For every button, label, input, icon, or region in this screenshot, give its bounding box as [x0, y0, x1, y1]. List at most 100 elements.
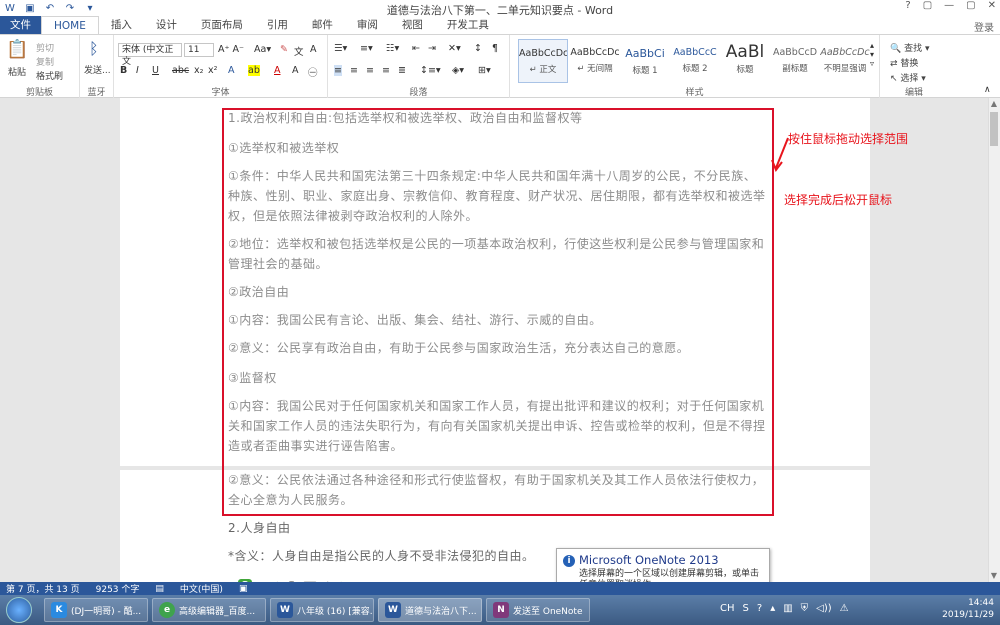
- decrease-indent-icon[interactable]: ⇤: [412, 43, 420, 54]
- cut-button[interactable]: 剪切: [36, 41, 54, 54]
- borders-icon[interactable]: ⊞▾: [478, 65, 491, 76]
- font-name-combo[interactable]: 宋体 (中文正文: [118, 43, 182, 67]
- tab-home[interactable]: HOME: [41, 16, 99, 34]
- replace-button[interactable]: ⇄ 替换: [890, 56, 918, 69]
- superscript-icon[interactable]: x²: [208, 65, 217, 76]
- styles-scroll-icon[interactable]: ▴ ▾ ▿: [870, 41, 874, 68]
- proofing-icon[interactable]: ▤: [155, 584, 164, 594]
- align-left-icon[interactable]: ≡: [334, 65, 342, 76]
- doc-paragraph[interactable]: 2.人身自由: [228, 518, 768, 538]
- tab-review[interactable]: 审阅: [345, 16, 390, 34]
- volume-icon[interactable]: ◁)): [816, 603, 832, 614]
- justify-icon[interactable]: ≡: [382, 65, 390, 76]
- collapse-ribbon-icon[interactable]: ∧: [984, 85, 991, 95]
- minimize-button[interactable]: —: [944, 0, 954, 11]
- clock-date: 2019/11/29: [942, 610, 994, 620]
- chinese-layout-icon[interactable]: ✕▾: [448, 43, 461, 54]
- style-no-spacing[interactable]: AaBbCcDc ↵ 无间隔: [570, 39, 620, 83]
- scroll-thumb[interactable]: [990, 112, 998, 146]
- find-button[interactable]: 🔍 查找 ▾: [890, 41, 929, 54]
- change-case-icon[interactable]: Aa▾: [254, 44, 271, 55]
- distributed-icon[interactable]: ≣: [398, 65, 406, 76]
- tab-view[interactable]: 视图: [390, 16, 435, 34]
- style-subtle-emphasis[interactable]: AaBbCcDc 不明显强调: [820, 39, 870, 83]
- style-normal[interactable]: AaBbCcDc ↵ 正文: [518, 39, 568, 83]
- style-heading-1[interactable]: AaBbCi 标题 1: [620, 39, 670, 83]
- sogou-tray-icon[interactable]: S: [743, 603, 749, 614]
- tab-page-layout[interactable]: 页面布局: [189, 16, 255, 34]
- format-painter-button[interactable]: 格式刷: [36, 69, 63, 82]
- style-name: 标题 2: [682, 64, 708, 74]
- language-indicator[interactable]: 中文(中国): [180, 582, 223, 595]
- show-marks-icon[interactable]: ¶: [492, 43, 498, 54]
- font-color-icon[interactable]: A: [274, 65, 281, 76]
- style-heading-2[interactable]: AaBbCcC 标题 2: [670, 39, 720, 83]
- font-size-combo[interactable]: 11: [184, 43, 214, 57]
- network-icon[interactable]: ▥: [783, 603, 792, 614]
- clock[interactable]: 14:44 2019/11/29: [942, 597, 994, 621]
- italic-icon[interactable]: I: [136, 65, 139, 76]
- vertical-scrollbar[interactable]: ▲ ▼: [988, 98, 1000, 582]
- maximize-button[interactable]: ▢: [966, 0, 975, 11]
- underline-icon[interactable]: U: [152, 65, 159, 76]
- show-hidden-icons[interactable]: ▴: [770, 603, 775, 614]
- taskbar-item-browser[interactable]: e 高级编辑器_百度...: [152, 598, 266, 622]
- paste-button[interactable]: 粘贴: [8, 65, 26, 78]
- tab-insert[interactable]: 插入: [99, 16, 144, 34]
- taskbar-item-label: 高级编辑器_百度...: [179, 606, 256, 617]
- tab-design[interactable]: 设计: [144, 16, 189, 34]
- increase-indent-icon[interactable]: ⇥: [428, 43, 436, 54]
- char-shading-icon[interactable]: A: [292, 65, 299, 76]
- start-button[interactable]: [6, 597, 32, 623]
- bullets-icon[interactable]: ☰▾: [334, 43, 347, 54]
- shading-icon[interactable]: ◈▾: [452, 65, 464, 76]
- numbering-icon[interactable]: ≡▾: [360, 43, 373, 54]
- select-button[interactable]: ↖ 选择 ▾: [890, 71, 926, 84]
- style-name: 不明显强调: [823, 64, 867, 74]
- style-title[interactable]: AaBl 标题: [720, 39, 770, 83]
- scroll-down-icon[interactable]: ▼: [988, 570, 1000, 582]
- help-button[interactable]: ?: [905, 0, 910, 11]
- subscript-icon[interactable]: x₂: [194, 65, 203, 76]
- grow-font-icon[interactable]: A⁺ A⁻: [218, 44, 244, 55]
- taskbar-item-word-2[interactable]: W 道德与法治八下...: [378, 598, 482, 622]
- tab-references[interactable]: 引用: [255, 16, 300, 34]
- bluetooth-send-button[interactable]: 发送...: [84, 63, 111, 76]
- page-count[interactable]: 第 7 页，共 13 页: [6, 582, 80, 595]
- copy-button[interactable]: 复制: [36, 55, 54, 68]
- close-button[interactable]: ✕: [988, 0, 996, 11]
- security-shield-icon[interactable]: ⛨: [801, 603, 809, 614]
- style-subtitle[interactable]: AaBbCcD 副标题: [770, 39, 820, 83]
- char-border-icon[interactable]: A: [310, 44, 317, 55]
- ribbon-display-options-button[interactable]: ▢: [923, 0, 932, 11]
- warning-icon[interactable]: ⚠: [840, 603, 849, 614]
- strikethrough-icon[interactable]: abc: [172, 65, 189, 76]
- taskbar-item-kugou[interactable]: K (DJ一明哥) - 酷...: [44, 598, 148, 622]
- help-tray-icon[interactable]: ?: [757, 603, 762, 614]
- bold-icon[interactable]: B: [120, 65, 127, 76]
- taskbar-item-word-1[interactable]: W 八年级 (16) [兼容...: [270, 598, 374, 622]
- bluetooth-icon[interactable]: ᛒ: [89, 39, 99, 58]
- align-right-icon[interactable]: ≡: [366, 65, 374, 76]
- status-bar: 第 7 页，共 13 页 9253 个字 ▤ 中文(中国) ▣: [0, 582, 1000, 595]
- login-link[interactable]: 登录: [974, 19, 994, 34]
- ime-indicator[interactable]: CH: [720, 603, 735, 614]
- tab-file[interactable]: 文件: [0, 16, 41, 34]
- word-count[interactable]: 9253 个字: [96, 582, 140, 595]
- paste-icon[interactable]: 📋: [6, 39, 28, 60]
- clear-format-icon[interactable]: ✎: [280, 44, 288, 55]
- scroll-up-icon[interactable]: ▲: [988, 98, 1000, 110]
- taskbar-item-onenote[interactable]: N 发送至 OneNote: [486, 598, 590, 622]
- enclose-char-icon[interactable]: ㊀: [308, 65, 318, 79]
- macro-icon[interactable]: ▣: [239, 584, 248, 594]
- sort-icon[interactable]: ↕: [474, 43, 482, 54]
- tab-developer[interactable]: 开发工具: [435, 16, 501, 34]
- selection-highlight-box: [222, 108, 774, 516]
- phonetic-guide-icon[interactable]: 文: [294, 44, 304, 58]
- highlight-icon[interactable]: ab: [248, 65, 260, 76]
- line-spacing-icon[interactable]: ↕≡▾: [420, 65, 441, 76]
- text-effects-icon[interactable]: A: [228, 65, 235, 76]
- align-center-icon[interactable]: ≡: [350, 65, 358, 76]
- multilevel-list-icon[interactable]: ☷▾: [386, 43, 399, 54]
- tab-mailings[interactable]: 邮件: [300, 16, 345, 34]
